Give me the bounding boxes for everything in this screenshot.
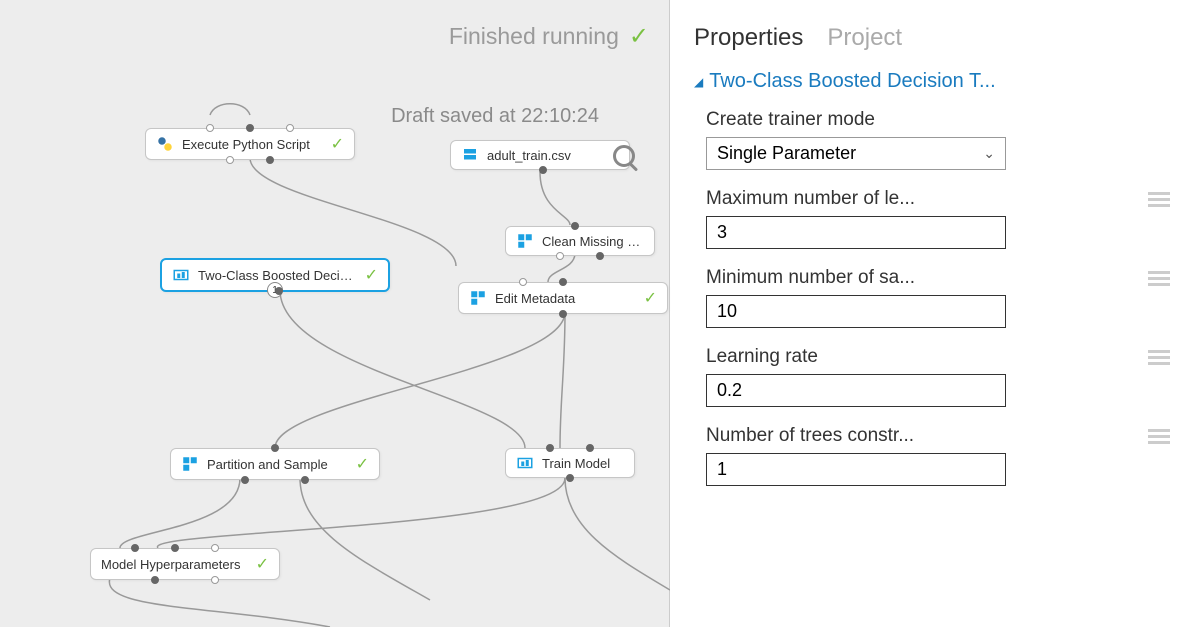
output-port[interactable] xyxy=(539,166,547,174)
min-samples-input[interactable] xyxy=(706,295,1006,328)
num-trees-input[interactable] xyxy=(706,453,1006,486)
input-port[interactable] xyxy=(271,444,279,452)
tab-project[interactable]: Project xyxy=(827,24,902,52)
dataset-icon xyxy=(461,146,479,164)
input-port[interactable] xyxy=(586,444,594,452)
check-icon: ✓ xyxy=(256,554,269,574)
menu-icon[interactable] xyxy=(1148,189,1170,210)
node-adult-train[interactable]: adult_train.csv xyxy=(450,140,630,170)
output-port[interactable] xyxy=(556,252,564,260)
tab-properties[interactable]: Properties xyxy=(694,24,803,52)
select-value: Single Parameter xyxy=(717,143,856,164)
check-icon: ✓ xyxy=(644,288,657,308)
output-port[interactable] xyxy=(596,252,604,260)
node-label: Two-Class Boosted Decision... xyxy=(198,268,357,283)
output-port[interactable] xyxy=(241,476,249,484)
experiment-canvas[interactable]: Finished running ✓ Draft saved at 22:10:… xyxy=(0,0,670,627)
node-two-class-boosted[interactable]: Two-Class Boosted Decision... ✓ 1 xyxy=(160,258,390,292)
input-port[interactable] xyxy=(246,124,254,132)
input-port[interactable] xyxy=(571,222,579,230)
node-label: Execute Python Script xyxy=(182,137,323,152)
menu-icon[interactable] xyxy=(1148,347,1170,368)
node-label: adult_train.csv xyxy=(487,148,601,163)
input-port[interactable] xyxy=(286,124,294,132)
max-leaves-input[interactable] xyxy=(706,216,1006,249)
input-port[interactable] xyxy=(211,544,219,552)
node-label: Train Model xyxy=(542,456,624,471)
trainer-mode-select[interactable]: Single Parameter ⌄ xyxy=(706,137,1006,170)
check-icon: ✓ xyxy=(331,134,344,154)
check-icon: ✓ xyxy=(365,265,378,285)
input-port[interactable] xyxy=(206,124,214,132)
status-text: Finished running xyxy=(449,23,619,50)
input-port[interactable] xyxy=(519,278,527,286)
output-port[interactable] xyxy=(151,576,159,584)
field-num-trees: Number of trees constr... xyxy=(694,425,1170,486)
module-icon xyxy=(181,455,199,473)
status-bar: Finished running ✓ xyxy=(449,22,649,51)
input-port[interactable] xyxy=(546,444,554,452)
node-tune-hyperparameters[interactable]: Model Hyperparameters ✓ xyxy=(90,548,280,580)
check-icon: ✓ xyxy=(629,22,649,51)
node-label: Clean Missing Data xyxy=(542,234,644,249)
field-label: Number of trees constr... xyxy=(706,425,914,447)
section-title-text: Two-Class Boosted Decision T... xyxy=(709,70,995,93)
node-clean-missing[interactable]: Clean Missing Data xyxy=(505,226,655,256)
menu-icon[interactable] xyxy=(1148,426,1170,447)
field-max-leaves: Maximum number of le... xyxy=(694,188,1170,249)
output-port[interactable] xyxy=(226,156,234,164)
node-edit-metadata[interactable]: Edit Metadata ✓ xyxy=(458,282,668,314)
output-port[interactable] xyxy=(211,576,219,584)
model-icon xyxy=(172,266,190,284)
node-partition-sample[interactable]: Partition and Sample ✓ xyxy=(170,448,380,480)
output-port[interactable] xyxy=(266,156,274,164)
field-learning-rate: Learning rate xyxy=(694,346,1170,407)
input-port[interactable] xyxy=(559,278,567,286)
field-min-samples: Minimum number of sa... xyxy=(694,267,1170,328)
output-port[interactable] xyxy=(559,310,567,318)
collapse-icon: ◢ xyxy=(694,75,703,89)
field-label: Learning rate xyxy=(706,346,818,368)
model-icon xyxy=(516,454,534,472)
tabs: Properties Project xyxy=(694,24,1170,52)
field-label: Create trainer mode xyxy=(706,109,966,131)
node-execute-python[interactable]: Execute Python Script ✓ xyxy=(145,128,355,160)
node-train-model[interactable]: Train Model xyxy=(505,448,635,478)
node-label: Edit Metadata xyxy=(495,291,636,306)
learning-rate-input[interactable] xyxy=(706,374,1006,407)
draft-saved-text: Draft saved at 22:10:24 xyxy=(391,105,599,128)
input-port[interactable] xyxy=(131,544,139,552)
output-port[interactable] xyxy=(275,287,283,295)
field-label: Minimum number of sa... xyxy=(706,267,915,289)
magnify-icon[interactable] xyxy=(613,145,635,167)
module-icon xyxy=(516,232,534,250)
node-label: Partition and Sample xyxy=(207,457,348,472)
section-title[interactable]: ◢ Two-Class Boosted Decision T... xyxy=(694,70,1170,93)
python-icon xyxy=(156,135,174,153)
module-icon xyxy=(469,289,487,307)
properties-panel: Properties Project ◢ Two-Class Boosted D… xyxy=(670,0,1200,627)
input-port[interactable] xyxy=(171,544,179,552)
node-label: Model Hyperparameters xyxy=(101,557,248,572)
output-port[interactable] xyxy=(301,476,309,484)
chevron-down-icon: ⌄ xyxy=(983,145,995,162)
field-label: Maximum number of le... xyxy=(706,188,915,210)
menu-icon[interactable] xyxy=(1148,268,1170,289)
check-icon: ✓ xyxy=(356,454,369,474)
field-trainer-mode: Create trainer mode Single Parameter ⌄ xyxy=(694,109,1170,170)
output-port[interactable] xyxy=(566,474,574,482)
